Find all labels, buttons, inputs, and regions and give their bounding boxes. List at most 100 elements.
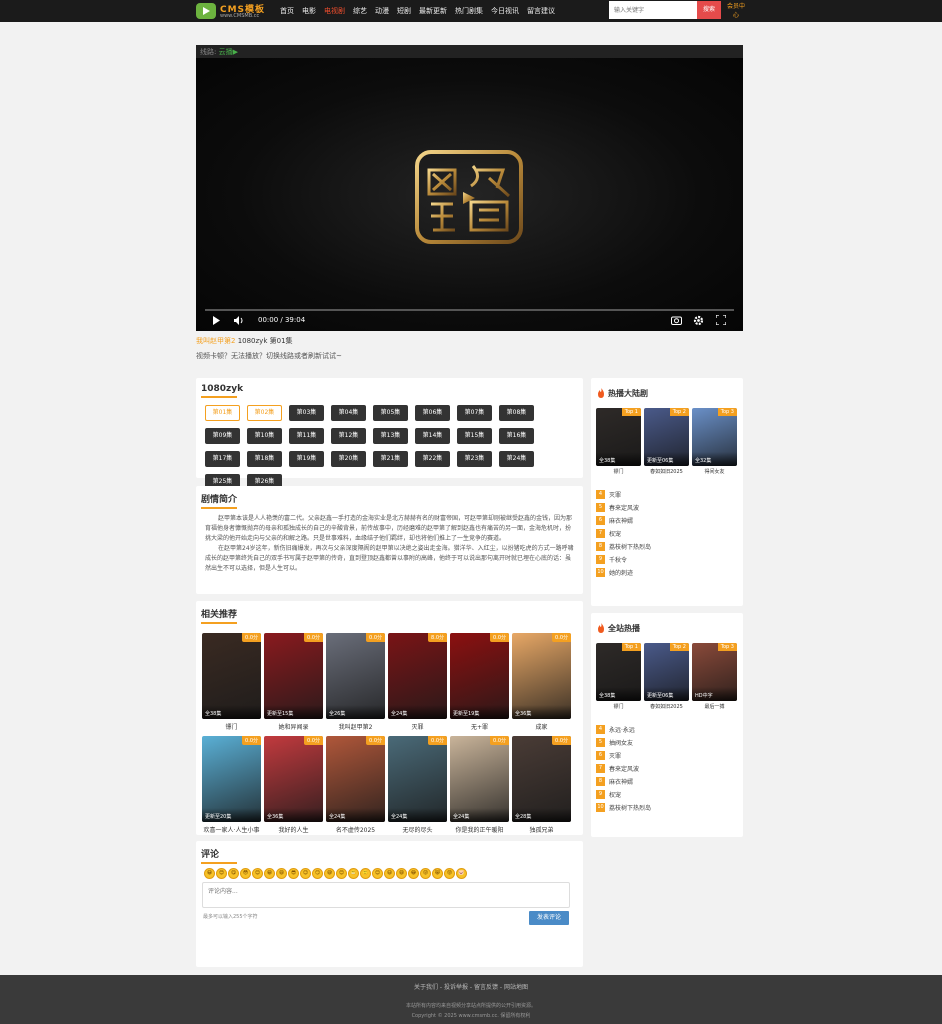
top-poster[interactable]: Top 2 更新至06集 <box>644 408 689 466</box>
emoji-icon[interactable]: 😃 <box>384 868 395 879</box>
episode-button[interactable]: 第23集 <box>457 451 492 467</box>
emoji-icon[interactable]: 🐷 <box>456 868 467 879</box>
movie-card[interactable]: 0.0分 全24集 你是我的正午暖阳 <box>450 736 509 835</box>
episode-button[interactable]: 第19集 <box>289 451 324 467</box>
rank-title[interactable]: 灭罪 <box>609 490 621 499</box>
movie-title[interactable]: 成家 <box>512 722 571 731</box>
rank-list-item[interactable]: 5 抽阀女友 <box>596 736 736 749</box>
episode-button[interactable]: 第18集 <box>247 451 282 467</box>
episode-button[interactable]: 第05集 <box>373 405 408 421</box>
movie-card[interactable]: 0.0分 全28集独孤兄弟 <box>512 736 571 835</box>
nav-item[interactable]: 今日视讯 <box>491 6 519 16</box>
movie-card[interactable]: 0.0分 全24集名不虚传2025 <box>326 736 385 835</box>
top-card[interactable]: Top 1 全38集 镖门 <box>596 643 641 713</box>
nav-item[interactable]: 留言建议 <box>527 6 555 16</box>
volume-icon[interactable] <box>234 316 244 325</box>
rank-list-item[interactable]: 5 春来定风波 <box>596 501 736 514</box>
nav-item[interactable]: 综艺 <box>353 6 367 16</box>
movie-poster[interactable]: 0.0分 更新至15集 <box>264 633 323 719</box>
movie-card[interactable]: 0.0分 更新至19集 无+罪 <box>450 633 509 732</box>
episode-button[interactable]: 第01集 <box>205 405 240 421</box>
episode-button[interactable]: 第13集 <box>373 428 408 444</box>
movie-poster[interactable]: 0.0分 全38集 <box>202 633 261 719</box>
movie-card[interactable]: 0.0分 更新至20集欢喜一家人·人生小事 <box>202 736 261 835</box>
nav-item[interactable]: 热门剧集 <box>455 6 483 16</box>
movie-poster[interactable]: 0.0分 全24集 <box>388 736 447 822</box>
movie-title[interactable]: 镖门 <box>202 722 261 731</box>
movie-poster[interactable]: 0.0分 全36集 <box>264 736 323 822</box>
emoji-icon[interactable]: 😌 <box>336 868 347 879</box>
nav-item[interactable]: 首页 <box>280 6 294 16</box>
top-poster[interactable]: Top 2 更新至06集 <box>644 643 689 701</box>
rank-title[interactable]: 抽阀女友 <box>609 738 633 747</box>
rank-title[interactable]: 权宠 <box>609 790 621 799</box>
rank-list-item[interactable]: 9 权宠 <box>596 788 736 801</box>
screenshot-icon[interactable] <box>671 315 682 325</box>
movie-title[interactable]: 欢喜一家人·人生小事 <box>202 825 261 834</box>
emoji-icon[interactable]: 😊 <box>372 868 383 879</box>
episode-button[interactable]: 第10集 <box>247 428 282 444</box>
rank-list-item[interactable]: 4 永远·永远 <box>596 723 736 736</box>
submit-comment-button[interactable]: 发表评论 <box>529 911 569 925</box>
search-button[interactable]: 搜索 <box>697 1 721 19</box>
emoji-icon[interactable]: 😄 <box>276 868 287 879</box>
episode-button[interactable]: 第12集 <box>331 428 366 444</box>
movie-poster[interactable]: 8.0分 全24集 <box>388 633 447 719</box>
emoji-icon[interactable]: 😊 <box>252 868 263 879</box>
rank-title[interactable]: 权宠 <box>609 529 621 538</box>
movie-poster[interactable]: 0.0分 全36集 <box>512 633 571 719</box>
emoji-icon[interactable]: 🙂 <box>360 868 371 879</box>
movie-title[interactable]: 名不虚传2025 <box>326 825 385 834</box>
emoji-icon[interactable]: 😝 <box>444 868 455 879</box>
settings-gear-icon[interactable] <box>693 315 704 326</box>
episode-button[interactable]: 第16集 <box>499 428 534 444</box>
emoji-icon[interactable]: 😳 <box>240 868 251 879</box>
movie-title[interactable]: 我好的人生 <box>264 825 323 834</box>
movie-title[interactable]: 独孤兄弟 <box>512 825 571 834</box>
rank-title[interactable]: 麻衣神婿 <box>609 777 633 786</box>
episode-button[interactable]: 第06集 <box>415 405 450 421</box>
site-logo[interactable]: CMS模板 www.CMSMB.cc <box>196 1 276 21</box>
top-title[interactable]: 得间女友 <box>692 468 737 475</box>
episode-button[interactable]: 第21集 <box>373 451 408 467</box>
top-card[interactable]: Top 3 全32集得间女友 <box>692 408 737 478</box>
top-title[interactable]: 春如如旧2025 <box>644 468 689 475</box>
rank-title[interactable]: 麻衣神婿 <box>609 516 633 525</box>
emoji-icon[interactable]: 😀 <box>204 868 215 879</box>
movie-title[interactable]: 她和异闻录 <box>264 722 323 731</box>
top-card[interactable]: Top 2 更新至06集春如如旧2025 <box>644 408 689 478</box>
top-poster[interactable]: Top 3 HD中字 <box>692 643 737 701</box>
rank-title[interactable]: 荔枝树下热烈岛 <box>609 542 651 551</box>
movie-poster[interactable]: 0.0分 全24集 <box>326 736 385 822</box>
nav-item[interactable]: 短剧 <box>397 6 411 16</box>
rank-list-item[interactable]: 4 灭罪 <box>596 488 736 501</box>
rank-list-item[interactable]: 9 千秋令 <box>596 553 736 566</box>
video-area[interactable]: 00:00 / 39:04 <box>196 58 743 331</box>
episode-button[interactable]: 第11集 <box>289 428 324 444</box>
top-poster[interactable]: Top 3 全32集 <box>692 408 737 466</box>
emoji-icon[interactable]: 😜 <box>420 868 431 879</box>
play-icon[interactable] <box>212 316 221 325</box>
episode-button[interactable]: 第22集 <box>415 451 450 467</box>
movie-card[interactable]: 0.0分 全38集镖门 <box>202 633 261 732</box>
top-card[interactable]: Top 3 HD中字最后一搏 <box>692 643 737 713</box>
rank-title[interactable]: 春来定风波 <box>609 764 639 773</box>
emoji-icon[interactable]: 😂 <box>408 868 419 879</box>
movie-poster[interactable]: 0.0分 更新至20集 <box>202 736 261 822</box>
movie-card[interactable]: 0.0分 全24集 无尽的尽头 <box>388 736 447 835</box>
episode-button[interactable]: 第04集 <box>331 405 366 421</box>
emoji-icon[interactable]: 😸 <box>432 868 443 879</box>
top-card[interactable]: Top 2 更新至06集 春如如旧2025 <box>644 643 689 713</box>
movie-poster[interactable]: 0.0分 全28集 <box>512 736 571 822</box>
episode-button[interactable]: 第09集 <box>205 428 240 444</box>
nav-item[interactable]: 最新更新 <box>419 6 447 16</box>
episode-button[interactable]: 第17集 <box>205 451 240 467</box>
fullscreen-icon[interactable] <box>716 315 726 325</box>
emoji-icon[interactable]: 😁 <box>264 868 275 879</box>
nav-item[interactable]: 动漫 <box>375 6 389 16</box>
emoji-icon[interactable]: 😉 <box>300 868 311 879</box>
rank-title[interactable]: 灭罪 <box>609 751 621 760</box>
rank-list-item[interactable]: 7 春来定风波 <box>596 762 736 775</box>
movie-title[interactable]: 你是我的正午暖阳 <box>450 825 509 834</box>
top-title[interactable]: 最后一搏 <box>692 703 737 710</box>
